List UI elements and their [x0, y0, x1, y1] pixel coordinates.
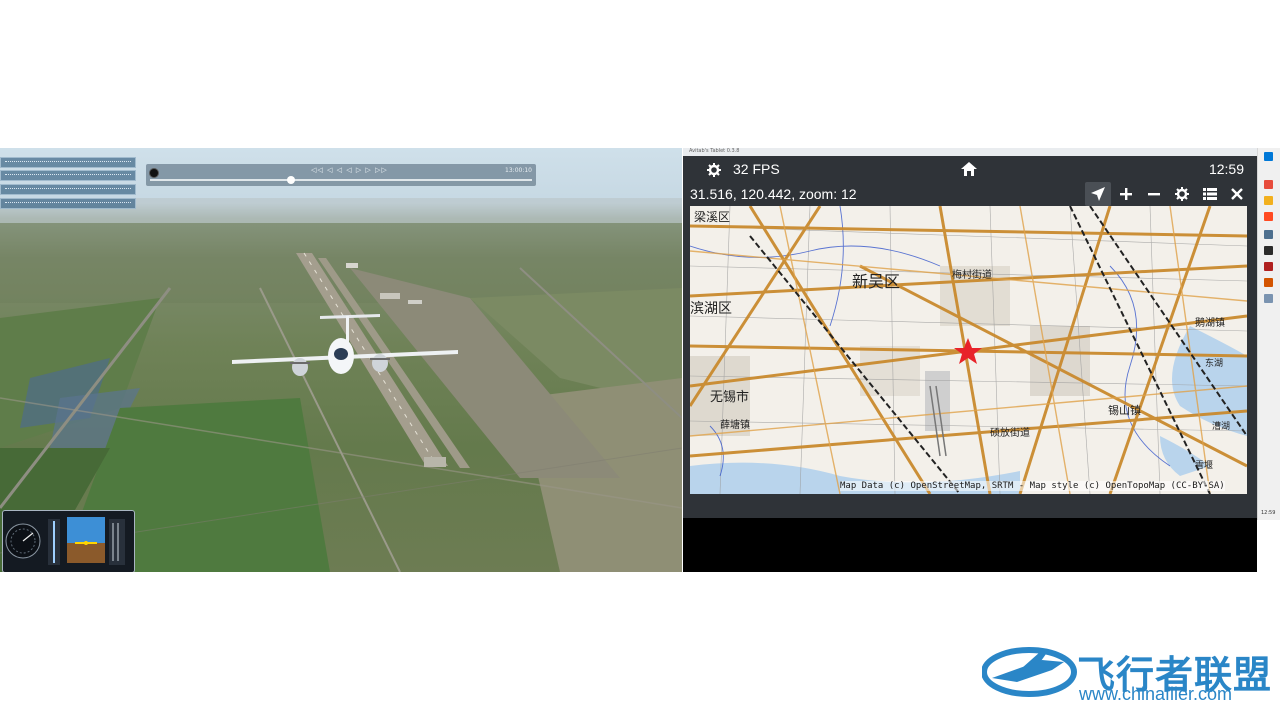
window-titlebar[interactable]: Avitab's Tablet 0.3.8	[683, 148, 1257, 156]
replay-bar[interactable]: ◁◁ ◁ ◁ ◁ ▷ ▷ ▷▷ 13:00:10	[146, 164, 536, 186]
map-toolbar: 31.516, 120.442, zoom: 12	[683, 182, 1257, 206]
close-icon[interactable]	[1224, 182, 1250, 206]
simulator-view: ◁◁ ◁ ◁ ◁ ▷ ▷ ▷▷ 13:00:10	[0, 148, 682, 572]
replay-scrubber[interactable]	[287, 176, 296, 184]
record-icon[interactable]	[149, 168, 159, 178]
data-output-row	[0, 198, 136, 209]
chrome-icon[interactable]	[1264, 180, 1273, 189]
folder-icon[interactable]	[1264, 196, 1273, 205]
clock: 12:59	[1208, 161, 1244, 177]
taskbar: 12:59	[1257, 148, 1280, 520]
coordinates-readout: 31.516, 120.442, zoom: 12	[690, 186, 857, 202]
terrain-scene	[0, 198, 682, 572]
map-label: 梅村街道	[952, 270, 992, 281]
data-output-row	[0, 184, 136, 195]
window-title: Avitab's Tablet 0.3.8	[689, 148, 740, 154]
map-label: 鹅湖镇	[1195, 318, 1225, 329]
map-label: 梁溪区	[694, 210, 731, 224]
home-icon[interactable]	[961, 161, 977, 180]
map-label: 硕放街道	[990, 428, 1030, 439]
app-icon[interactable]	[1264, 230, 1273, 239]
map-canvas[interactable]	[690, 206, 1247, 494]
windows-start-icon[interactable]	[1264, 152, 1273, 161]
avitab-tablet: 32 FPS 12:59 31.516, 120.442, zoom: 12 梁…	[683, 156, 1257, 518]
office-icon[interactable]	[1264, 278, 1273, 287]
watermark-url: www.chinaflier.com	[1079, 684, 1233, 704]
map-label: 雪堰	[1195, 461, 1214, 471]
map-label: 无锡市	[710, 390, 750, 405]
instrument-panel	[2, 510, 135, 572]
avitab-window: Avitab's Tablet 0.3.8 32 FPS 12:59 31.51…	[683, 148, 1257, 572]
app-icon[interactable]	[1264, 294, 1273, 303]
replay-time: 13:00:10	[505, 167, 532, 174]
map-label: 锡山镇	[1108, 404, 1141, 417]
zoom-out-icon[interactable]	[1141, 182, 1167, 206]
settings-gear-icon[interactable]	[707, 162, 721, 181]
map-attribution: Map Data (c) OpenStreetMap, SRTM - Map s…	[840, 481, 1225, 491]
map-label: 漕湖	[1212, 422, 1231, 432]
map-label: 薛塘镇	[720, 420, 750, 431]
taskbar-clock[interactable]: 12:59	[1261, 510, 1275, 516]
chinaflier-logo-icon	[982, 647, 1077, 697]
status-bar: 32 FPS 12:59	[683, 156, 1257, 182]
data-output-row	[0, 170, 136, 181]
watermark: 飞行者联盟 www.chinaflier.com	[982, 640, 1272, 710]
zoom-in-icon[interactable]	[1113, 182, 1139, 206]
map-label: 滨湖区	[690, 301, 732, 317]
topo-map[interactable]: 梁溪区 新吴区 梅村街道 滨湖区 无锡市 硕放街道 鹅湖镇 锡山镇 漕湖 雪堰 …	[690, 206, 1247, 494]
terminal-icon[interactable]	[1264, 246, 1273, 255]
track-plane-icon[interactable]	[1085, 182, 1111, 206]
replay-controls[interactable]: ◁◁ ◁ ◁ ◁ ▷ ▷ ▷▷	[311, 166, 388, 174]
data-output-row	[0, 157, 136, 168]
fps-counter: 32 FPS	[733, 161, 780, 177]
brave-icon[interactable]	[1264, 212, 1273, 221]
window-bottom-area	[683, 518, 1257, 572]
map-label: 新吴区	[852, 272, 901, 291]
overlay-list-icon[interactable]	[1197, 182, 1223, 206]
replay-track[interactable]	[150, 176, 532, 184]
map-settings-gear-icon[interactable]	[1169, 182, 1195, 206]
app-icon[interactable]	[1264, 262, 1273, 271]
map-label: 东湖	[1205, 359, 1224, 369]
